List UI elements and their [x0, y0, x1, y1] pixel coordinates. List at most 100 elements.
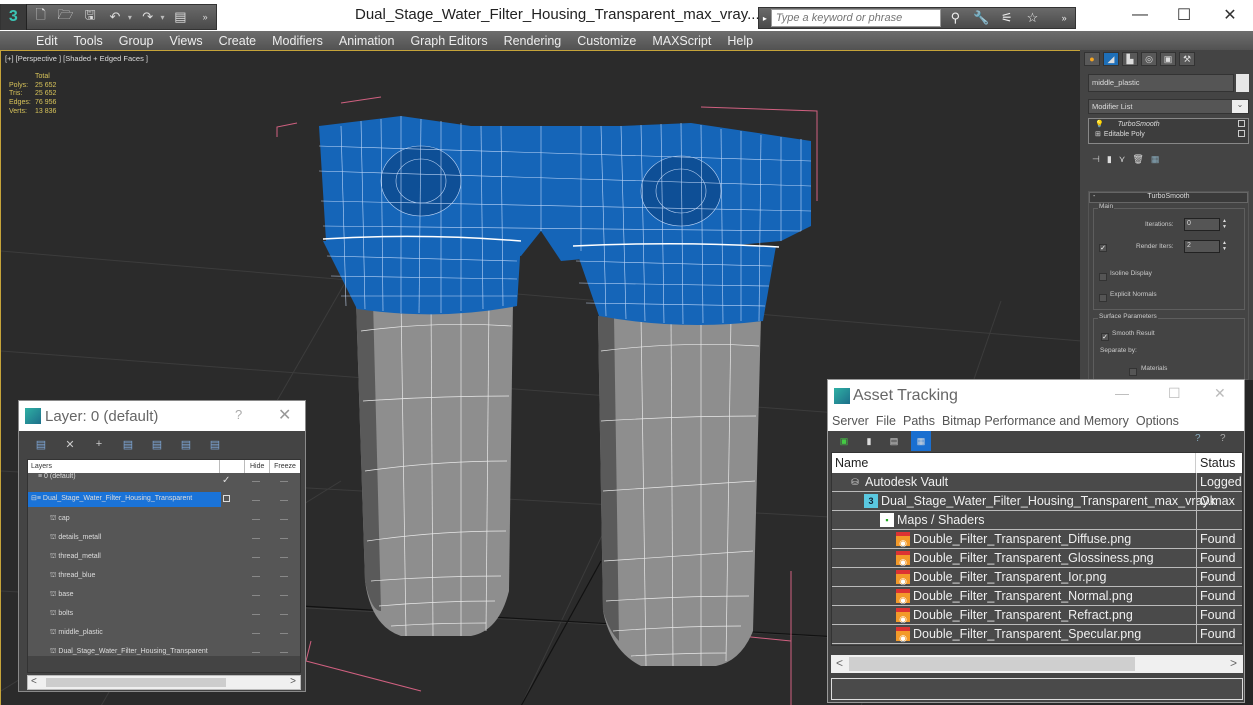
create-tab-icon[interactable]: ●: [1084, 52, 1100, 66]
hide-toggle[interactable]: [252, 576, 260, 577]
configure-modifier-sets-icon[interactable]: ▦: [1151, 154, 1160, 165]
freeze-all-icon[interactable]: ▤: [209, 438, 221, 451]
open-file-icon[interactable]: 🗁: [55, 7, 77, 27]
refresh-icon[interactable]: ▣: [836, 433, 852, 449]
menu-graph-editors[interactable]: Graph Editors: [410, 34, 487, 48]
undo-dropdown-icon[interactable]: ▾: [126, 7, 134, 27]
hide-toggle[interactable]: [252, 538, 260, 539]
layer-object-row[interactable]: ⛫ cap: [28, 511, 300, 530]
column-hide[interactable]: Hide: [245, 460, 271, 473]
hierarchy-tab-icon[interactable]: ▙: [1122, 52, 1138, 66]
layer-object-row[interactable]: ⛫ thread_metall: [28, 549, 300, 568]
menu-animation[interactable]: Animation: [339, 34, 395, 48]
freeze-toggle[interactable]: [280, 633, 288, 634]
save-icon[interactable]: 🖫: [79, 7, 101, 27]
table-view-icon[interactable]: ▦: [911, 431, 931, 451]
hide-toggle[interactable]: [252, 614, 260, 615]
new-file-icon[interactable]: 🗋: [30, 7, 52, 27]
redo-icon[interactable]: ↷: [137, 7, 159, 27]
app-logo-icon[interactable]: 3: [1, 4, 27, 30]
menu-modifiers[interactable]: Modifiers: [272, 34, 323, 48]
freeze-toggle[interactable]: [280, 576, 288, 577]
current-layer-check-icon[interactable]: ✓: [222, 475, 230, 486]
asset-dialog-titlebar[interactable]: Asset Tracking — ☐ ✕: [828, 380, 1244, 411]
hide-toggle[interactable]: [252, 519, 260, 520]
close-button[interactable]: ✕: [1214, 385, 1226, 402]
render-iters-spinner[interactable]: 2: [1184, 240, 1220, 253]
freeze-toggle[interactable]: [280, 614, 288, 615]
create-layer-icon[interactable]: ▤: [35, 438, 47, 451]
hide-toggle[interactable]: [252, 557, 260, 558]
menu-create[interactable]: Create: [219, 34, 257, 48]
set-current-icon[interactable]: [223, 495, 230, 502]
column-status[interactable]: Status: [1196, 456, 1235, 470]
asset-row[interactable]: ◉ Double_Filter_Transparent_Glossiness.pn…: [832, 549, 1242, 568]
column-layers[interactable]: Layers: [28, 460, 221, 473]
remove-modifier-icon[interactable]: 🗑: [1132, 154, 1143, 165]
close-button[interactable]: ✕: [1207, 2, 1253, 28]
scrollbar-thumb[interactable]: [849, 657, 1135, 671]
horizontal-scrollbar[interactable]: < >: [27, 675, 301, 690]
freeze-toggle[interactable]: [280, 595, 288, 596]
satellite-icon[interactable]: ⚟: [996, 10, 1018, 26]
asset-row[interactable]: ◉ Double_Filter_Transparent_Normal.png Fo…: [832, 587, 1242, 606]
isoline-display-checkbox[interactable]: [1099, 273, 1107, 281]
pin-stack-icon[interactable]: ⊣: [1092, 154, 1100, 165]
chevron-down-icon[interactable]: ⌄: [1232, 100, 1248, 113]
menu-options[interactable]: Options: [1136, 414, 1179, 428]
hide-toggle[interactable]: [252, 595, 260, 596]
column-freeze[interactable]: Freeze: [270, 463, 300, 470]
binoculars-icon[interactable]: ⚲: [945, 10, 967, 26]
modify-tab-icon[interactable]: ◢: [1103, 52, 1119, 66]
motion-tab-icon[interactable]: ◎: [1141, 52, 1157, 66]
search-expand-icon[interactable]: ▸: [759, 14, 771, 23]
hide-toggle[interactable]: [252, 633, 260, 634]
layer-row[interactable]: ≡ 0 (default) ✓: [28, 473, 300, 492]
layer-object-row[interactable]: ⛫ base: [28, 587, 300, 606]
layer-object-row[interactable]: ⛫ details_metall: [28, 530, 300, 549]
menu-paths[interactable]: Paths: [903, 414, 935, 428]
horizontal-scrollbar[interactable]: < >: [831, 655, 1243, 673]
scroll-right-icon[interactable]: >: [290, 676, 296, 687]
delete-layer-icon[interactable]: ✕: [64, 438, 76, 451]
help-settings-icon[interactable]: ?: [1220, 433, 1226, 444]
spinner-arrows-icon[interactable]: ▲ ▼: [1222, 240, 1228, 253]
minimize-button[interactable]: —: [1117, 2, 1163, 28]
object-name-field[interactable]: middle_plastic: [1088, 74, 1234, 92]
materials-checkbox[interactable]: [1129, 368, 1137, 376]
scroll-left-icon[interactable]: <: [836, 656, 843, 670]
layer-row-selected[interactable]: ⊟≡ Dual_Stage_Water_Filter_Housing_Trans…: [28, 492, 300, 511]
menu-maxscript[interactable]: MAXScript: [652, 34, 711, 48]
layer-object-row[interactable]: ⛫ thread_blue: [28, 568, 300, 587]
asset-row[interactable]: ◉ Double_Filter_Transparent_Ior.png Found: [832, 568, 1242, 587]
menu-file[interactable]: File: [876, 414, 896, 428]
freeze-toggle[interactable]: [280, 500, 288, 501]
menu-rendering[interactable]: Rendering: [504, 34, 562, 48]
asset-row[interactable]: 3 Dual_Stage_Water_Filter_Housing_Transpa…: [832, 492, 1242, 511]
freeze-toggle[interactable]: [280, 652, 288, 653]
stack-item-turbosmooth[interactable]: 💡 TurboSmooth: [1089, 119, 1248, 129]
list-view-icon[interactable]: ▮: [861, 433, 877, 449]
freeze-toggle[interactable]: [280, 538, 288, 539]
hide-toggle[interactable]: [252, 652, 260, 653]
explicit-normals-checkbox[interactable]: [1099, 294, 1107, 302]
freeze-toggle[interactable]: [280, 557, 288, 558]
help-icon[interactable]: ?: [1195, 433, 1201, 444]
menu-tools[interactable]: Tools: [74, 34, 103, 48]
stack-item-editable-poly[interactable]: ⊞ Editable Poly: [1089, 129, 1248, 139]
detail-view-icon[interactable]: ▤: [886, 433, 902, 449]
asset-row[interactable]: ◉ Double_Filter_Transparent_Refract.png F…: [832, 606, 1242, 625]
undo-icon[interactable]: ↶: [104, 7, 126, 27]
smooth-result-checkbox[interactable]: ✓: [1101, 333, 1109, 341]
display-tab-icon[interactable]: ▣: [1160, 52, 1176, 66]
hide-toggle[interactable]: [252, 481, 260, 482]
menu-customize[interactable]: Customize: [577, 34, 636, 48]
more-icon[interactable]: »: [1053, 13, 1075, 23]
menu-bitmap-performance[interactable]: Bitmap Performance and Memory: [942, 414, 1129, 428]
utilities-tab-icon[interactable]: ⚒: [1179, 52, 1195, 66]
project-folder-icon[interactable]: ▤: [170, 7, 192, 27]
add-to-layer-icon[interactable]: +: [93, 438, 105, 450]
scroll-right-icon[interactable]: >: [1230, 656, 1237, 670]
layer-object-row[interactable]: ⛫ middle_plastic: [28, 625, 300, 644]
hide-toggle[interactable]: [252, 500, 260, 501]
